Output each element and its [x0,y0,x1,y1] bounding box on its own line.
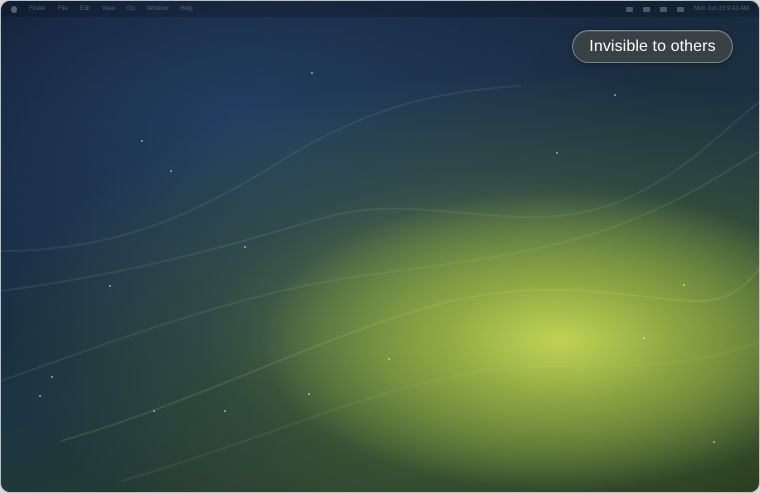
menu-bar: Finder File Edit View Go Window Help Mon… [1,1,759,17]
star [39,395,41,397]
menu-item-help[interactable]: Help [180,6,192,12]
star [244,246,246,248]
star [170,170,172,172]
star [388,358,390,360]
star [141,140,143,142]
search-icon[interactable] [642,6,650,12]
wifi-icon[interactable] [625,6,633,12]
star [224,410,226,412]
star [109,285,111,287]
invisible-status-label: Invisible to others [589,37,716,55]
menu-item-file[interactable]: File [58,6,68,12]
star [683,284,685,286]
star [308,393,310,395]
star [153,410,155,412]
star [51,376,53,378]
screen-frame: Finder File Edit View Go Window Help Mon… [0,0,760,493]
menu-clock[interactable]: Mon Jun 23 9:41 AM [694,6,749,12]
desktop-wallpaper: Finder File Edit View Go Window Help Mon… [1,1,759,492]
user-icon[interactable] [659,6,667,12]
menu-item-finder[interactable]: Finder [29,6,46,12]
invisible-status-pill[interactable]: Invisible to others [572,30,733,63]
menu-item-view[interactable]: View [102,6,115,12]
star [311,72,313,74]
menu-item-go[interactable]: Go [127,6,135,12]
star [614,94,616,96]
star [556,152,558,154]
wallpaper-waves [1,85,759,482]
control-center-icon[interactable] [676,6,684,12]
menu-item-edit[interactable]: Edit [80,6,90,12]
apple-icon[interactable] [11,5,17,13]
menu-item-window[interactable]: Window [147,6,168,12]
star [713,441,715,443]
star [643,337,645,339]
